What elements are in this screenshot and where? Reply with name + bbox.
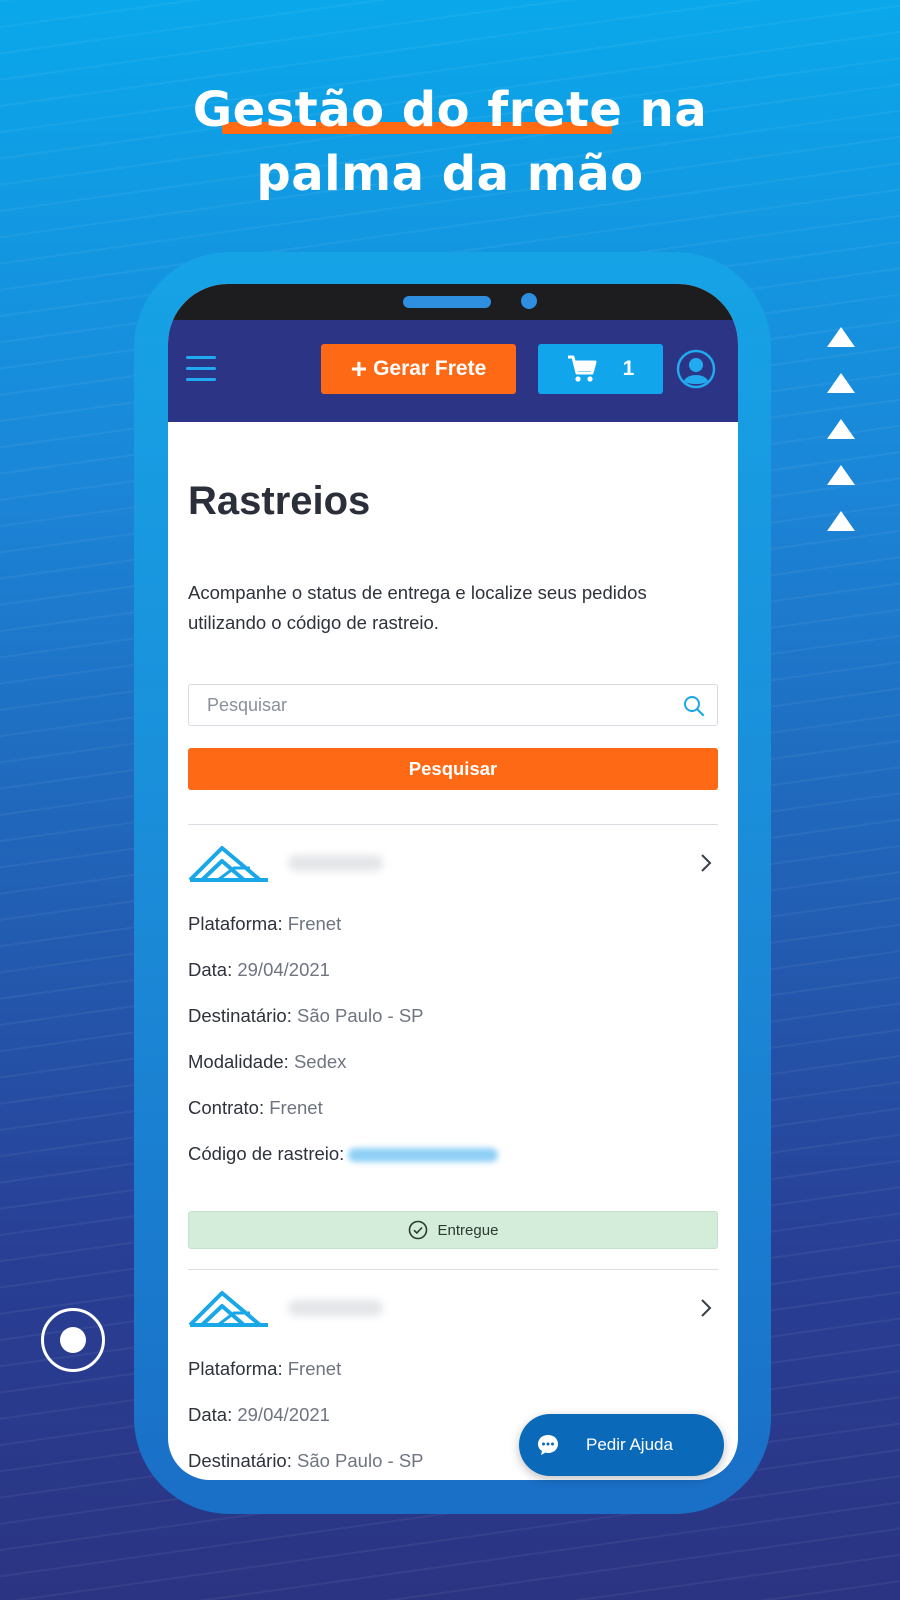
shipment-card-header[interactable] [188, 1288, 718, 1332]
app-header: + Gerar Frete 1 [168, 320, 738, 422]
triangle-icon [827, 465, 855, 485]
check-circle-icon [408, 1220, 427, 1240]
carrier-logo-icon [188, 846, 268, 882]
shipment-modality: Modalidade: Sedex [188, 1051, 347, 1072]
promo-headline: Gestão do frete na palma da mão [0, 78, 900, 206]
page-title: Rastreios [188, 479, 371, 523]
cart-button[interactable]: 1 [538, 344, 663, 394]
menu-icon[interactable] [186, 356, 216, 382]
circle-dot [60, 1327, 86, 1353]
shipment-card-header[interactable] [188, 843, 718, 887]
search-field[interactable] [188, 684, 718, 726]
shipment-contract: Contrato: Frenet [188, 1097, 323, 1118]
headline-line-1: Gestão do frete na [192, 82, 708, 138]
chevron-right-icon[interactable] [700, 853, 712, 873]
carrier-logo-icon [188, 1291, 268, 1327]
generate-freight-button[interactable]: + Gerar Frete [321, 344, 516, 394]
search-input[interactable] [207, 694, 647, 716]
search-button[interactable]: Pesquisar [188, 748, 718, 790]
speaker-icon [403, 296, 491, 308]
phone-notch [168, 284, 738, 320]
triangle-icon [827, 511, 855, 531]
triangle-icon [827, 327, 855, 347]
chat-bubble-icon [538, 1435, 558, 1455]
shipment-tracking-code: Código de rastreio: [188, 1143, 718, 1165]
status-badge: Entregue [188, 1211, 718, 1249]
camera-icon [521, 293, 537, 309]
generate-freight-label: Gerar Frete [373, 357, 487, 380]
cart-icon [567, 355, 597, 382]
shipment-recipient: Destinatário: São Paulo - SP [188, 1005, 424, 1026]
decorative-triangles [826, 327, 856, 557]
tracking-code-redacted[interactable] [348, 1148, 499, 1163]
cart-count: 1 [622, 357, 635, 380]
shipment-id-redacted [288, 855, 383, 871]
page-content: Rastreios Acompanhe o status de entrega … [168, 479, 738, 1472]
user-avatar-icon[interactable] [676, 349, 716, 389]
chevron-right-icon[interactable] [700, 1298, 712, 1318]
shipment-platform: Plataforma: Frenet [188, 913, 342, 934]
headline-line-2: palma da mão [256, 146, 644, 202]
search-icon[interactable] [683, 695, 705, 717]
help-button-label: Pedir Ajuda [586, 1435, 673, 1454]
triangle-icon [827, 419, 855, 439]
plus-icon: + [350, 353, 368, 384]
page-description: Acompanhe o status de entrega e localize… [188, 582, 647, 633]
phone-screen: + Gerar Frete 1 Rastreios Acompanhe o st… [168, 284, 738, 1480]
decorative-circle-icon [41, 1308, 105, 1372]
triangle-icon [827, 373, 855, 393]
shipment-platform: Plataforma: Frenet [188, 1358, 342, 1379]
shipment-card[interactable]: Plataforma: Frenet Data: 29/04/2021 Dest… [188, 825, 718, 1270]
shipment-date: Data: 29/04/2021 [188, 959, 330, 980]
status-label: Entregue [437, 1221, 499, 1239]
shipment-id-redacted [288, 1300, 383, 1316]
help-button[interactable]: Pedir Ajuda [519, 1414, 724, 1476]
